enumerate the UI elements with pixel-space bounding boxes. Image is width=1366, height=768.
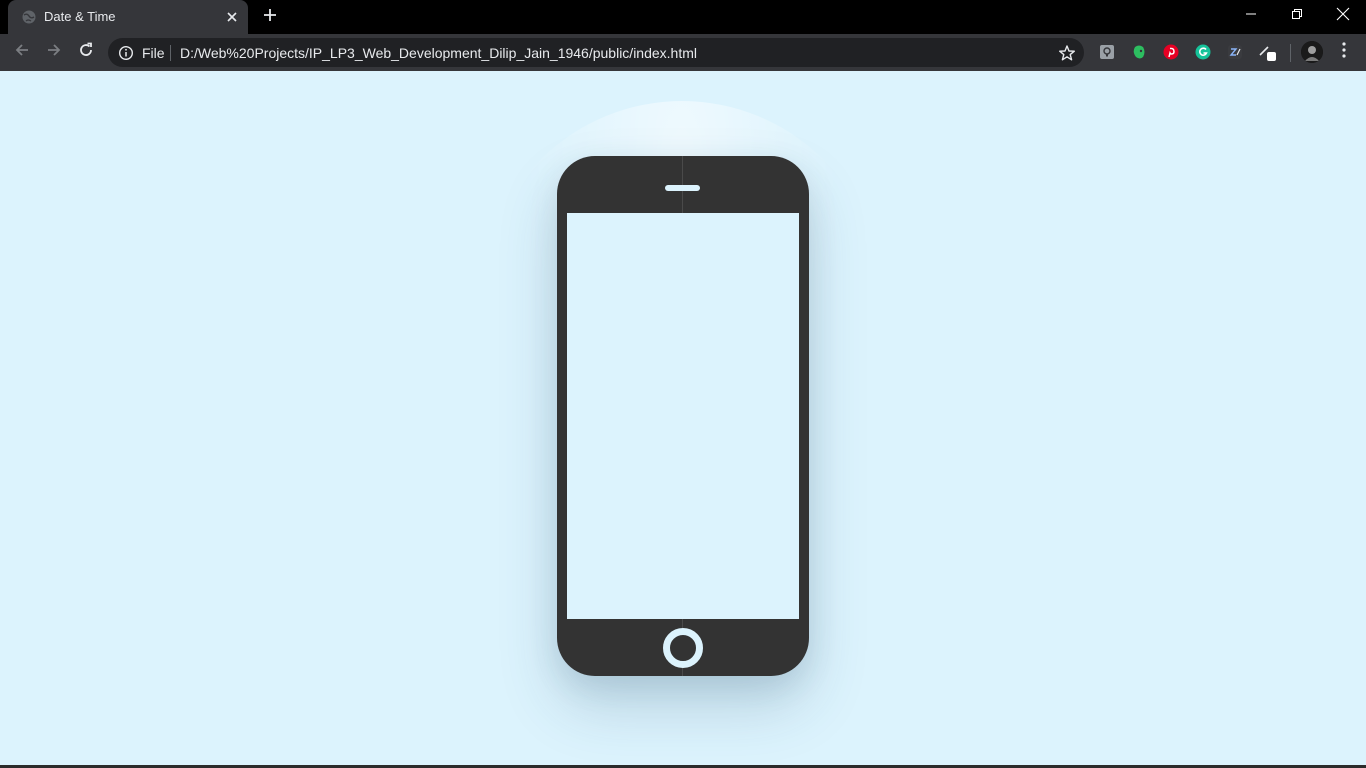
url-text[interactable]: D:/Web%20Projects/IP_LP3_Web_Development… [180, 45, 697, 61]
kebab-menu-icon [1342, 41, 1346, 63]
toolbar-divider [1290, 44, 1291, 62]
tab-title: Date & Time [44, 9, 116, 24]
info-icon[interactable] [118, 45, 134, 61]
tab-strip: Date & Time [0, 0, 1366, 34]
phone-home-button[interactable] [663, 628, 703, 668]
restore-icon [1291, 7, 1303, 25]
close-icon[interactable] [224, 9, 240, 25]
phone-speaker [665, 185, 700, 191]
arrow-left-icon [14, 42, 30, 63]
browser-menu-button[interactable] [1334, 41, 1354, 63]
restore-button[interactable] [1274, 0, 1320, 32]
reload-icon [78, 42, 94, 63]
reload-button[interactable] [74, 40, 98, 64]
close-icon [1336, 7, 1350, 26]
pen-extension-icon[interactable] [1258, 43, 1276, 61]
lightbulb-extension-icon[interactable] [1098, 43, 1116, 61]
grammarly-icon[interactable] [1194, 43, 1212, 61]
window-close-button[interactable] [1320, 0, 1366, 32]
phone-screen [567, 213, 799, 619]
star-icon[interactable] [1058, 44, 1076, 62]
zoom-extension-icon[interactable] [1226, 43, 1244, 61]
evernote-icon[interactable] [1130, 43, 1148, 61]
browser-tab[interactable]: Date & Time [8, 0, 248, 34]
phone-mockup [557, 156, 809, 676]
address-bar[interactable]: File D:/Web%20Projects/IP_LP3_Web_Develo… [108, 38, 1084, 67]
minimize-icon [1245, 7, 1257, 25]
omnibox-divider [170, 45, 171, 61]
page-viewport [0, 71, 1366, 768]
browser-toolbar: File D:/Web%20Projects/IP_LP3_Web_Develo… [0, 34, 1366, 71]
plus-icon [263, 8, 277, 27]
avatar[interactable] [1301, 41, 1323, 63]
globe-icon [22, 10, 36, 24]
minimize-button[interactable] [1228, 0, 1274, 32]
forward-button[interactable] [42, 40, 66, 64]
pinterest-icon[interactable] [1162, 43, 1180, 61]
arrow-right-icon [46, 42, 62, 63]
new-tab-button[interactable] [258, 6, 282, 28]
back-button[interactable] [10, 40, 34, 64]
site-scheme-label[interactable]: File [142, 45, 165, 61]
